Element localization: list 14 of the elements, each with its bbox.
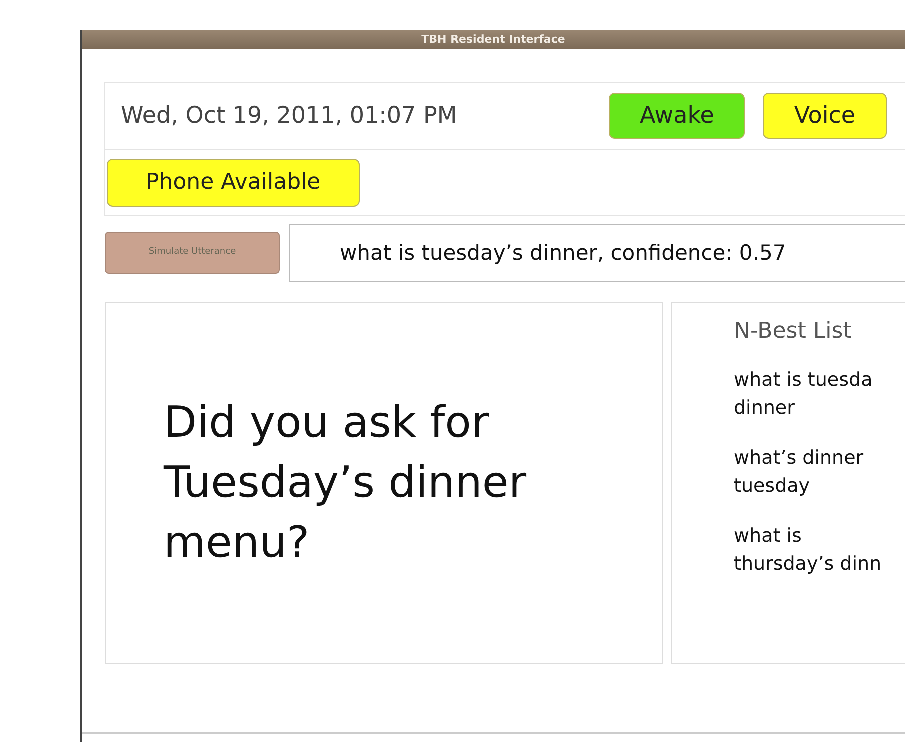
nbest-item[interactable]: what’s dinner <box>734 444 905 472</box>
nbest-item[interactable]: what is <box>734 522 905 550</box>
nbest-item[interactable]: what is tuesda <box>734 366 905 394</box>
prompt-text: Did you ask for Tuesday’s dinner menu? <box>164 397 528 570</box>
window-title: TBH Resident Interface <box>82 30 905 49</box>
status-button[interactable]: Voice <box>763 93 887 139</box>
nbest-item[interactable]: dinner <box>734 394 905 422</box>
utterance-field[interactable]: what is tuesday’s dinner, confidence: 0.57 <box>289 224 905 282</box>
status-button[interactable]: Awake <box>609 93 746 139</box>
nbest-item[interactable]: tuesday <box>734 472 905 500</box>
nbest-item[interactable]: thursday’s dinn <box>734 550 905 578</box>
status-button[interactable]: Phone Available <box>107 158 360 206</box>
date-time: Wed, Oct 19, 2011, 01:07 PM <box>121 102 458 131</box>
nbest-title: N-Best List <box>734 318 853 346</box>
